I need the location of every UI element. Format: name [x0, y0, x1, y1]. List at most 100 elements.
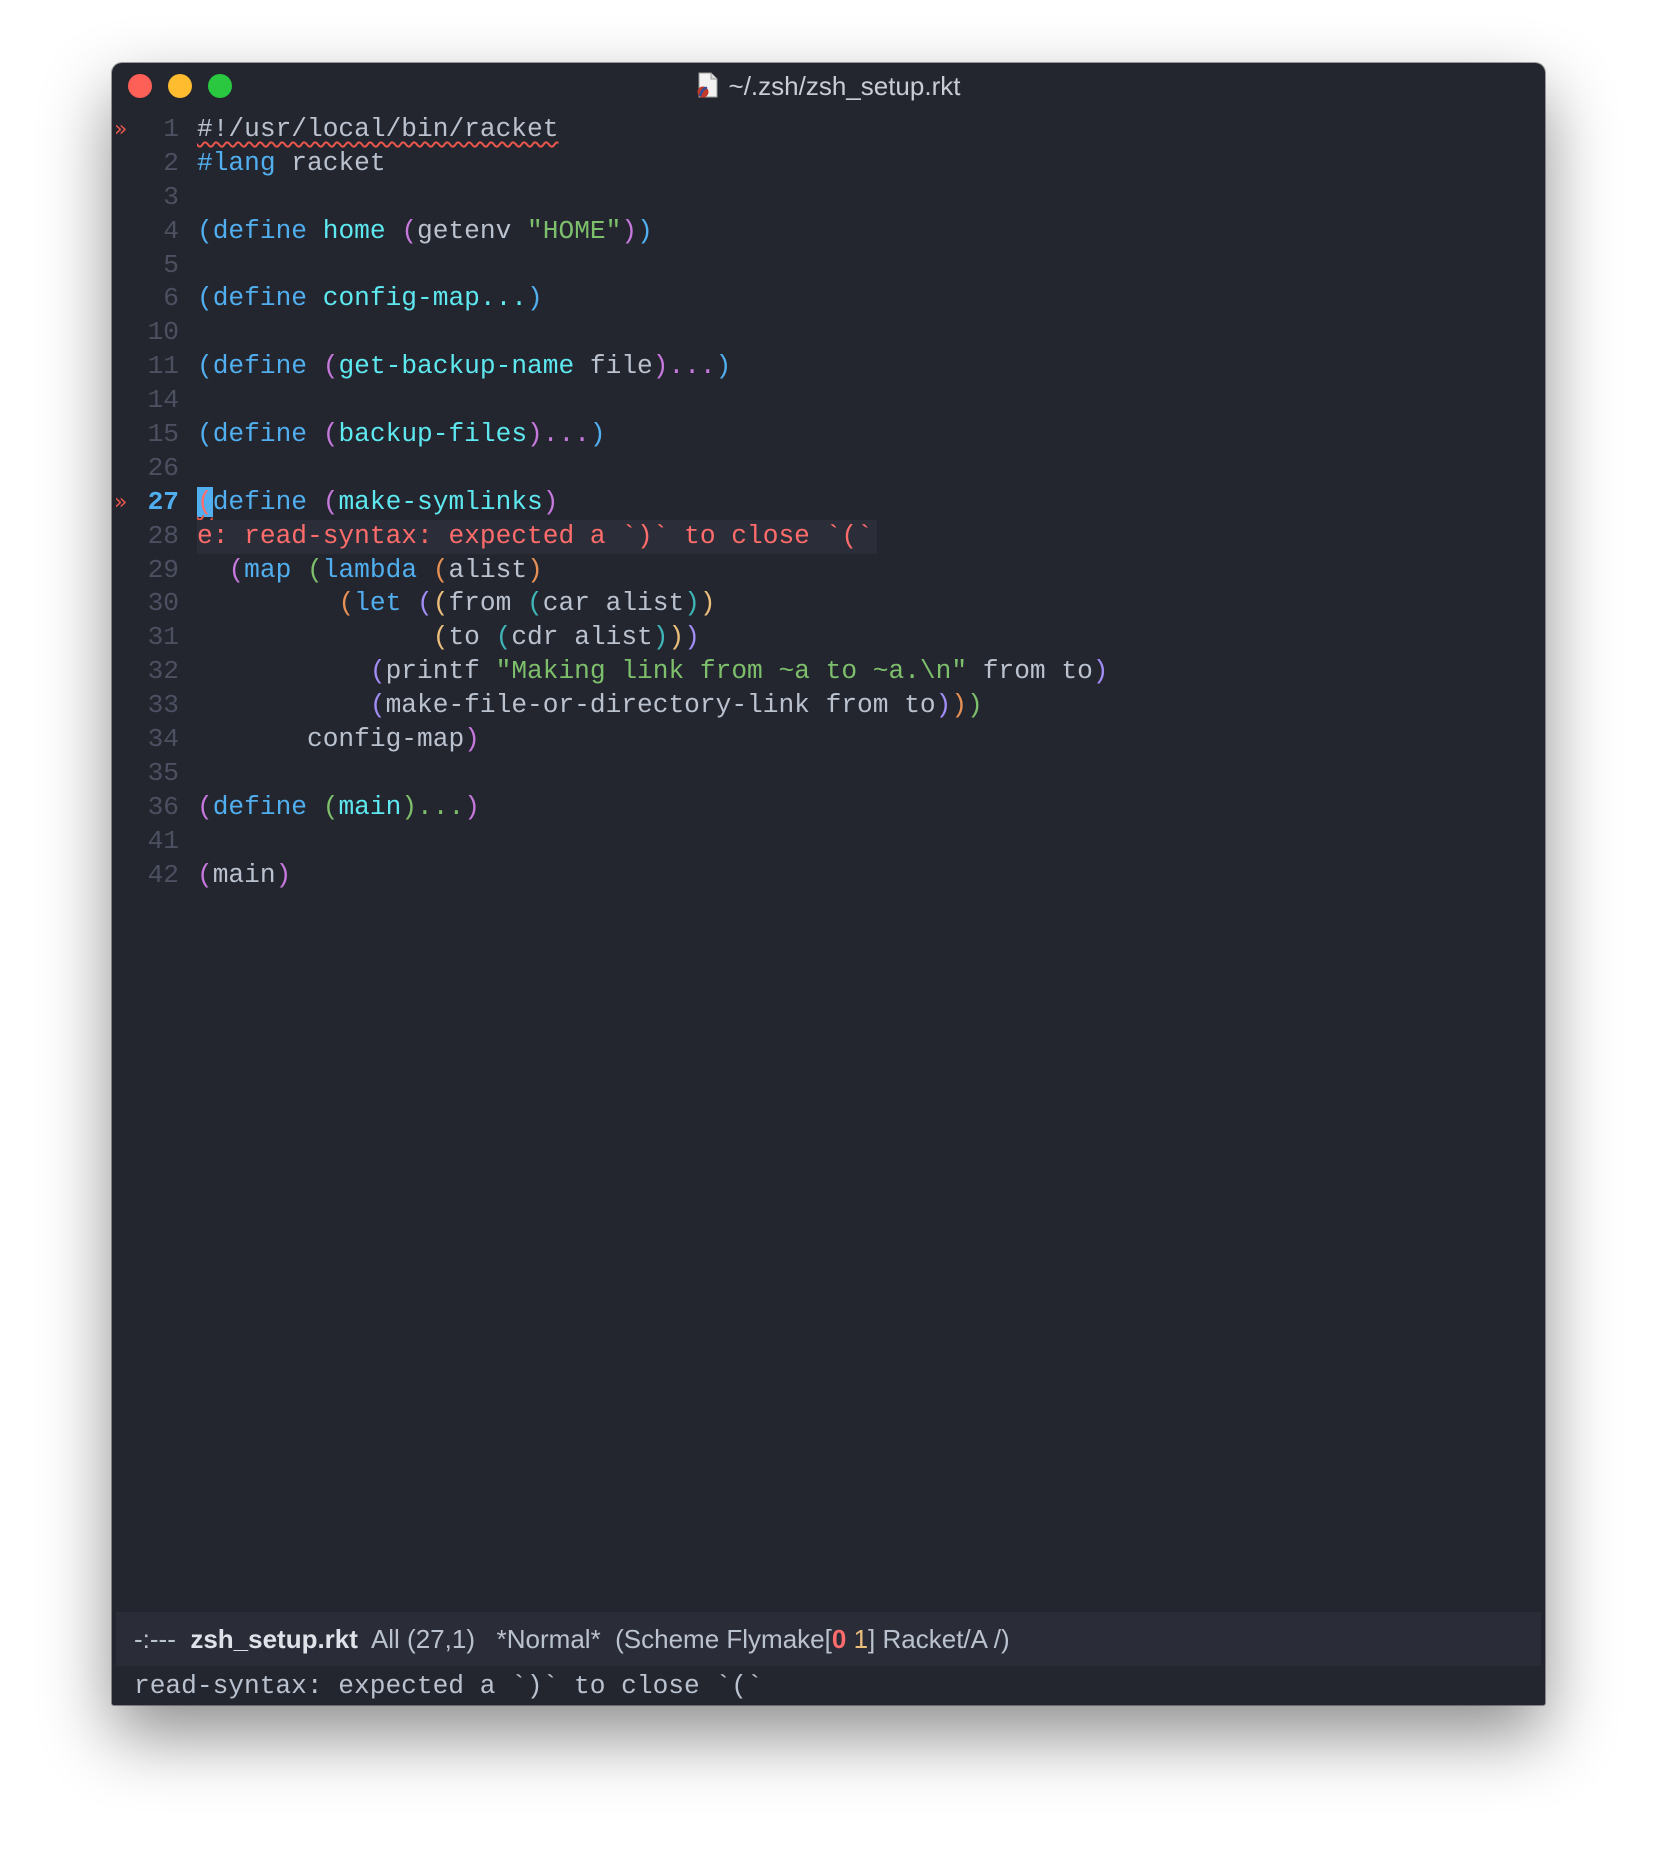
code-token: ( — [432, 554, 449, 585]
code-token: ) — [684, 622, 700, 653]
line-number: 31 — [147, 622, 179, 653]
code-token: ) — [668, 622, 685, 653]
code-line[interactable]: 36 (define (main)...) — [112, 791, 1545, 825]
title-bar: ~/.zsh/zsh_setup.rkt — [112, 63, 1545, 109]
code-text: (define (make-symlinks) — [197, 486, 558, 520]
inline-error-message: e: read-syntax: expected a `)` to close … — [197, 519, 877, 554]
window-title-text: ~/.zsh/zsh_setup.rkt — [728, 71, 961, 101]
code-token: ) — [464, 724, 480, 755]
code-token: ( — [197, 351, 213, 382]
modeline-buffer-name[interactable]: zsh_setup.rkt — [190, 1624, 358, 1654]
code-line[interactable]: 28 e: read-syntax: expected a `)` to clos… — [112, 519, 1545, 554]
code-token: ( — [322, 791, 339, 822]
code-line[interactable]: 31 (to (cdr alist))) — [112, 621, 1545, 655]
code-token: ) — [951, 690, 968, 721]
code-token: to — [448, 622, 496, 653]
line-number: 1 — [163, 114, 179, 144]
code-line[interactable]: 6 (define config-map...) — [112, 282, 1545, 316]
code-token: ( — [197, 215, 213, 246]
code-line[interactable]: 26 — [112, 452, 1545, 486]
code-token: ) — [464, 791, 480, 822]
code-token: ( — [197, 283, 213, 314]
code-text: (make-file-or-directory-link from to))) — [197, 689, 983, 723]
code-token: ( — [369, 656, 386, 687]
code-line[interactable]: 42 (main) — [112, 859, 1545, 893]
modeline-modes-prefix[interactable]: (Scheme Flymake[ — [615, 1624, 832, 1654]
line-number: 42 — [147, 859, 179, 890]
code-text: config-map) — [197, 723, 480, 757]
line-number: 3 — [163, 181, 179, 212]
code-line[interactable]: 34 config-map) — [112, 723, 1545, 757]
code-token: ( — [338, 588, 355, 619]
code-token: #lang — [197, 147, 276, 178]
code-token: ( — [197, 859, 213, 890]
code-token: ( — [417, 588, 433, 619]
line-number: 14 — [147, 385, 179, 416]
code-line[interactable]: 11 (define (get-backup-name file)...) — [112, 350, 1545, 384]
code-line[interactable]: 14 — [112, 384, 1545, 418]
code-line[interactable]: 41 — [112, 825, 1545, 859]
code-text: (define home (getenv "HOME")) — [197, 215, 653, 249]
modeline-position: All (27,1) — [370, 1624, 475, 1654]
code-token: ( — [228, 554, 245, 585]
code-text: #!/usr/local/bin/racket — [197, 113, 558, 147]
code-line[interactable]: 35 — [112, 757, 1545, 791]
code-token: ( — [527, 588, 543, 619]
code-token: define — [212, 486, 323, 517]
code-token: ( — [322, 351, 339, 382]
echo-area-message: read-syntax: expected a `)` to close `(` — [134, 1671, 763, 1701]
code-line[interactable]: 30 (let ((from (car alist)) — [112, 587, 1545, 621]
code-token: config-map... — [307, 283, 528, 314]
code-token: cdr alist — [511, 622, 653, 653]
code-token: make-file-or-directory-link from to — [385, 690, 936, 721]
fringe-error-marker-icon: » — [114, 489, 128, 515]
code-token: define — [212, 791, 323, 822]
code-text: (let ((from (car alist)) — [197, 587, 715, 621]
line-number: 15 — [147, 419, 179, 450]
racket-file-icon — [697, 72, 719, 105]
modeline-modes-suffix[interactable]: ] Racket/A /) — [868, 1624, 1010, 1654]
code-line[interactable]: 15 (define (backup-files)...) — [112, 418, 1545, 452]
flymake-error-count[interactable]: 0 — [832, 1624, 846, 1654]
code-token: ( — [307, 554, 323, 585]
code-token: ) — [589, 419, 606, 450]
code-line[interactable]: » 27 (define (make-symlinks) — [112, 486, 1545, 520]
code-line[interactable]: 5 — [112, 249, 1545, 283]
line-number: 11 — [147, 351, 179, 382]
code-token: let — [354, 588, 418, 619]
code-token: ) — [527, 283, 543, 314]
text-cursor: ( — [197, 486, 213, 517]
code-line[interactable]: 32 (printf "Making link from ~a to ~a.\n… — [112, 655, 1545, 689]
code-line[interactable]: 33 (make-file-or-directory-link from to)… — [112, 689, 1545, 723]
code-text: (define (main)...) — [197, 791, 480, 825]
code-token: backup-files — [338, 419, 528, 450]
code-line[interactable]: 3 — [112, 181, 1545, 215]
code-line[interactable]: 29 (map (lambda (alist) — [112, 554, 1545, 588]
flymake-warning-count[interactable]: 1 — [854, 1624, 868, 1654]
code-token: ) — [275, 859, 292, 890]
code-token: ) — [935, 690, 952, 721]
code-text: (map (lambda (alist) — [197, 554, 543, 588]
code-token: ( — [322, 419, 339, 450]
line-number: 6 — [163, 283, 179, 314]
code-token: ) — [542, 486, 559, 517]
code-line[interactable]: » 1 #!/usr/local/bin/racket — [112, 113, 1545, 147]
code-token: home — [307, 215, 402, 246]
code-token: ( — [369, 690, 386, 721]
line-number: 41 — [147, 825, 179, 856]
code-token: define — [212, 351, 323, 382]
code-line[interactable]: 4 (define home (getenv "HOME")) — [112, 215, 1545, 249]
code-token: ) — [527, 554, 543, 585]
code-text: (to (cdr alist))) — [197, 621, 700, 655]
code-line[interactable]: 2 #lang racket — [112, 147, 1545, 181]
code-line[interactable]: 10 — [112, 316, 1545, 350]
window-title: ~/.zsh/zsh_setup.rkt — [112, 71, 1545, 105]
code-token: )... — [527, 419, 590, 450]
code-token: car alist — [542, 588, 685, 619]
modeline-state: *Normal* — [496, 1624, 601, 1654]
editor-buffer[interactable]: » 1 #!/usr/local/bin/racket 2 #lang racket 3 4… — [112, 113, 1545, 892]
